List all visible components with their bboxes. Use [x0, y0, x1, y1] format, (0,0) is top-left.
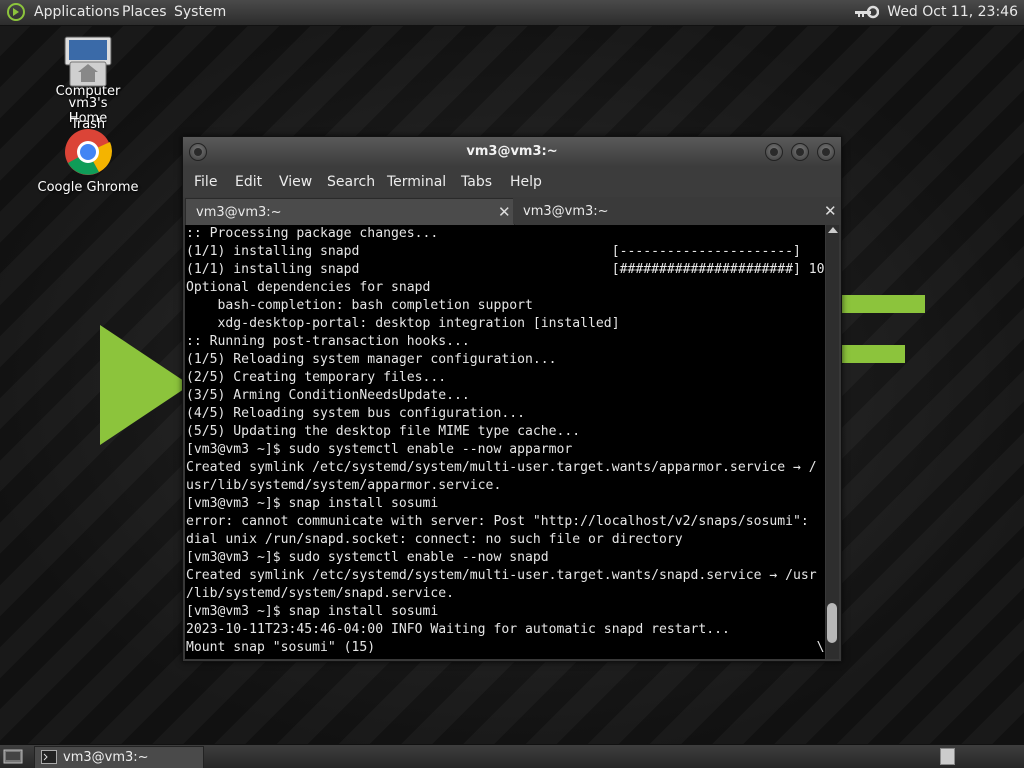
tab-terminal-1[interactable]: vm3@vm3:~ ✕	[185, 198, 515, 225]
desktop-icon-chrome[interactable]: Coogle Ghrome	[34, 128, 142, 195]
workspace-icon[interactable]	[940, 748, 955, 765]
scrollbar-thumb[interactable]	[827, 603, 837, 643]
show-desktop-icon[interactable]	[3, 748, 25, 766]
terminal-line: Created symlink /etc/systemd/system/mult…	[186, 460, 817, 475]
terminal-line: [vm3@vm3 ~]$ snap install sosumi	[186, 496, 439, 511]
terminal-line: 2023-10-11T23:45:46-04:00 INFO Waiting f…	[186, 622, 730, 637]
bottom-panel: vm3@vm3:~	[0, 744, 1024, 768]
terminal-output[interactable]: :: Processing package changes...(1/1) in…	[185, 225, 825, 659]
home-folder-icon	[69, 61, 107, 87]
window-title: vm3@vm3:~	[466, 144, 558, 159]
terminal-line: :: Running post-transaction hooks...	[186, 334, 470, 349]
terminal-line: (1/5) Reloading system manager configura…	[186, 352, 557, 367]
terminal-scrollbar[interactable]	[826, 225, 839, 659]
terminal-window[interactable]: vm3@vm3:~ File Edit View Search Terminal…	[182, 136, 842, 662]
terminal-line: Created symlink /etc/systemd/system/mult…	[186, 568, 817, 583]
terminal-line: dial unix /run/snapd.socket: connect: no…	[186, 532, 683, 547]
panel-tray: Wed Oct 11, 23:46	[855, 4, 1018, 20]
window-menubar: File Edit View Search Terminal Tabs Help	[183, 167, 841, 197]
terminal-line: Mount snap "sosumi" (15) \	[186, 640, 825, 655]
menu-search[interactable]: Search	[327, 174, 375, 190]
menu-help[interactable]: Help	[510, 174, 542, 190]
terminal-line: (3/5) Arming ConditionNeedsUpdate...	[186, 388, 470, 403]
terminal-icon	[41, 750, 57, 764]
tab-terminal-2[interactable]: vm3@vm3:~ ✕	[513, 198, 839, 224]
menu-edit[interactable]: Edit	[235, 174, 262, 190]
menu-view[interactable]: View	[279, 174, 312, 190]
terminal-line: (1/1) installing snapd [################…	[186, 262, 825, 277]
close-button[interactable]	[817, 143, 835, 161]
terminal-line: xdg-desktop-portal: desktop integration …	[186, 316, 620, 331]
desktop-icon-label: Coogle Ghrome	[37, 180, 139, 195]
scroll-up-icon[interactable]	[828, 227, 838, 233]
menu-applications[interactable]: Applications	[34, 4, 120, 20]
menu-tabs[interactable]: Tabs	[461, 174, 492, 190]
terminal-line: :: Processing package changes...	[186, 226, 439, 241]
menu-places[interactable]: Places	[122, 4, 167, 20]
minimize-button[interactable]	[765, 143, 783, 161]
tab-label: vm3@vm3:~	[196, 205, 282, 220]
terminal-line: [vm3@vm3 ~]$ sudo systemctl enable --now…	[186, 550, 549, 565]
mint-logo-icon[interactable]	[6, 3, 26, 21]
terminal-line: (2/5) Creating temporary files...	[186, 370, 447, 385]
clock[interactable]: Wed Oct 11, 23:46	[887, 4, 1018, 20]
taskbar-item-terminal[interactable]: vm3@vm3:~	[34, 746, 204, 768]
terminal-line: [vm3@vm3 ~]$ snap install sosumi	[186, 604, 439, 619]
menu-file[interactable]: File	[194, 174, 217, 190]
terminal-line: bash-completion: bash completion support	[186, 298, 533, 313]
close-tab-icon[interactable]: ✕	[498, 203, 511, 221]
top-panel: Applications Places System Wed Oct 11, 2…	[0, 0, 1024, 26]
maximize-button[interactable]	[791, 143, 809, 161]
terminal-line: Optional dependencies for snapd	[186, 280, 431, 295]
close-tab-icon[interactable]: ✕	[824, 202, 837, 220]
window-titlebar[interactable]: vm3@vm3:~	[183, 137, 841, 167]
terminal-text: :: Processing package changes...(1/1) in…	[185, 225, 825, 657]
terminal-line: /lib/systemd/system/snapd.service.	[186, 586, 455, 601]
terminal-line: (1/1) installing snapd [----------------…	[186, 244, 825, 259]
chrome-icon	[65, 129, 112, 175]
terminal-line: (5/5) Updating the desktop file MIME typ…	[186, 424, 581, 439]
menu-terminal[interactable]: Terminal	[387, 174, 446, 190]
terminal-line: [vm3@vm3 ~]$ sudo systemctl enable --now…	[186, 442, 573, 457]
terminal-line: error: cannot communicate with server: P…	[186, 514, 809, 529]
terminal-line: usr/lib/systemd/system/apparmor.service.	[186, 478, 502, 493]
taskbar-item-label: vm3@vm3:~	[63, 750, 149, 765]
tab-label: vm3@vm3:~	[523, 204, 609, 219]
tab-bar: vm3@vm3:~ ✕ vm3@vm3:~ ✕	[183, 197, 841, 225]
terminal-line: (4/5) Reloading system bus configuration…	[186, 406, 525, 421]
desktop-icon-home[interactable]: vm3's Home	[48, 56, 128, 126]
menu-system[interactable]: System	[174, 4, 226, 20]
key-icon[interactable]	[855, 5, 880, 19]
